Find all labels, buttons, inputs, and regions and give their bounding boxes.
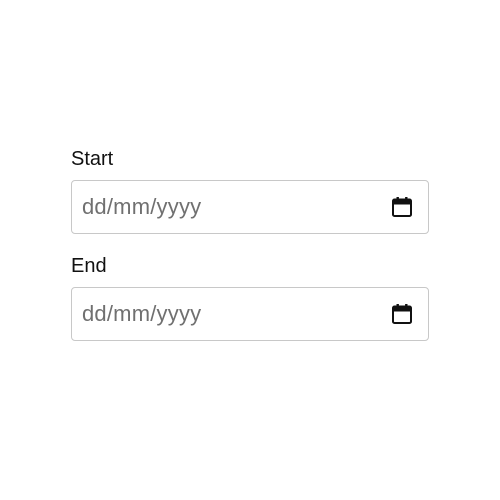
date-range-form: Start dd/mm/yyyy End dd/mm/yyyy [71, 145, 429, 341]
calendar-icon[interactable] [390, 302, 414, 326]
end-label: End [71, 255, 107, 277]
start-label: Start [71, 148, 114, 170]
calendar-icon[interactable] [390, 195, 414, 219]
end-date-placeholder[interactable]: dd/mm/yyyy [82, 301, 201, 327]
end-date-input[interactable]: dd/mm/yyyy [71, 287, 429, 341]
start-date-input[interactable]: dd/mm/yyyy [71, 180, 429, 234]
start-date-placeholder[interactable]: dd/mm/yyyy [82, 194, 201, 220]
